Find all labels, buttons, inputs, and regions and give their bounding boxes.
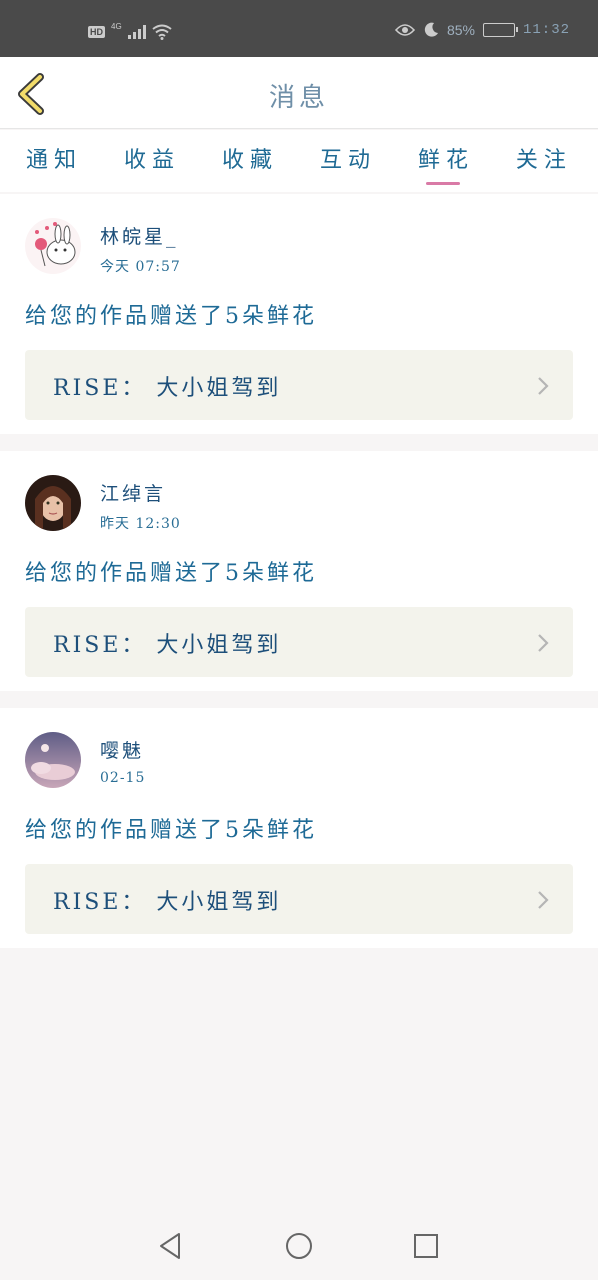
tab-bar: 通知 收益 收藏 互动 鲜花 关注 — [0, 130, 598, 192]
tab-earnings[interactable]: 收益 — [124, 130, 180, 192]
message-text: 给您的作品赠送了5朵鲜花 — [25, 304, 317, 329]
work-link[interactable]: RISE： 大小姐驾到 — [25, 864, 573, 934]
battery-icon — [482, 23, 518, 37]
avatar[interactable] — [25, 475, 81, 531]
avatar[interactable] — [25, 732, 81, 788]
header: 消息 — [0, 57, 598, 129]
wifi-icon — [152, 24, 172, 40]
message-card: 嘤魅 02-15 给您的作品赠送了5朵鲜花 RISE： 大小姐驾到 — [0, 708, 598, 948]
system-nav-bar — [0, 1212, 598, 1280]
battery-percent: 85% — [446, 22, 475, 38]
moon-icon — [424, 22, 438, 37]
work-link[interactable]: RISE： 大小姐驾到 — [25, 350, 573, 420]
home-circle-icon[interactable] — [283, 1230, 315, 1262]
tab-favorites[interactable]: 收藏 — [222, 130, 278, 192]
status-right: 85% 11:32 — [394, 22, 570, 38]
work-title: RISE： 大小姐驾到 — [53, 890, 282, 915]
status-bar: HD 4G 85% 11:32 — [0, 0, 598, 57]
message-text: 给您的作品赠送了5朵鲜花 — [25, 561, 317, 586]
hd-badge: HD — [88, 26, 105, 38]
status-left: HD 4G — [88, 21, 172, 40]
chevron-right-icon — [538, 377, 549, 395]
clock: 11:32 — [522, 22, 570, 38]
user-name[interactable]: 林皖星_ — [100, 222, 179, 249]
chevron-right-icon — [538, 634, 549, 652]
message-time: 昨天 12:30 — [100, 516, 181, 532]
tab-flowers[interactable]: 鲜花 — [418, 130, 474, 192]
chevron-right-icon — [538, 891, 549, 909]
work-title: RISE： 大小姐驾到 — [53, 376, 282, 401]
recents-square-icon[interactable] — [410, 1230, 442, 1262]
tab-following[interactable]: 关注 — [516, 130, 572, 192]
tab-notifications[interactable]: 通知 — [26, 130, 82, 192]
avatar[interactable] — [25, 218, 81, 274]
eye-icon — [394, 24, 415, 36]
work-link[interactable]: RISE： 大小姐驾到 — [25, 607, 573, 677]
message-time: 今天 07:57 — [100, 259, 181, 275]
message-time: 02-15 — [100, 770, 146, 786]
back-triangle-icon[interactable] — [155, 1230, 187, 1262]
tab-interactions[interactable]: 互动 — [320, 130, 376, 192]
user-name[interactable]: 嘤魅 — [100, 736, 144, 763]
user-name[interactable]: 江绰言 — [100, 479, 166, 506]
message-card: 林皖星_ 今天 07:57 给您的作品赠送了5朵鲜花 RISE： 大小姐驾到 — [0, 194, 598, 434]
network-type: 4G — [111, 21, 122, 31]
message-card: 江绰言 昨天 12:30 给您的作品赠送了5朵鲜花 RISE： 大小姐驾到 — [0, 451, 598, 691]
signal-icon — [127, 25, 146, 39]
message-text: 给您的作品赠送了5朵鲜花 — [25, 818, 317, 843]
page-title: 消息 — [268, 83, 329, 113]
work-title: RISE： 大小姐驾到 — [53, 633, 282, 658]
